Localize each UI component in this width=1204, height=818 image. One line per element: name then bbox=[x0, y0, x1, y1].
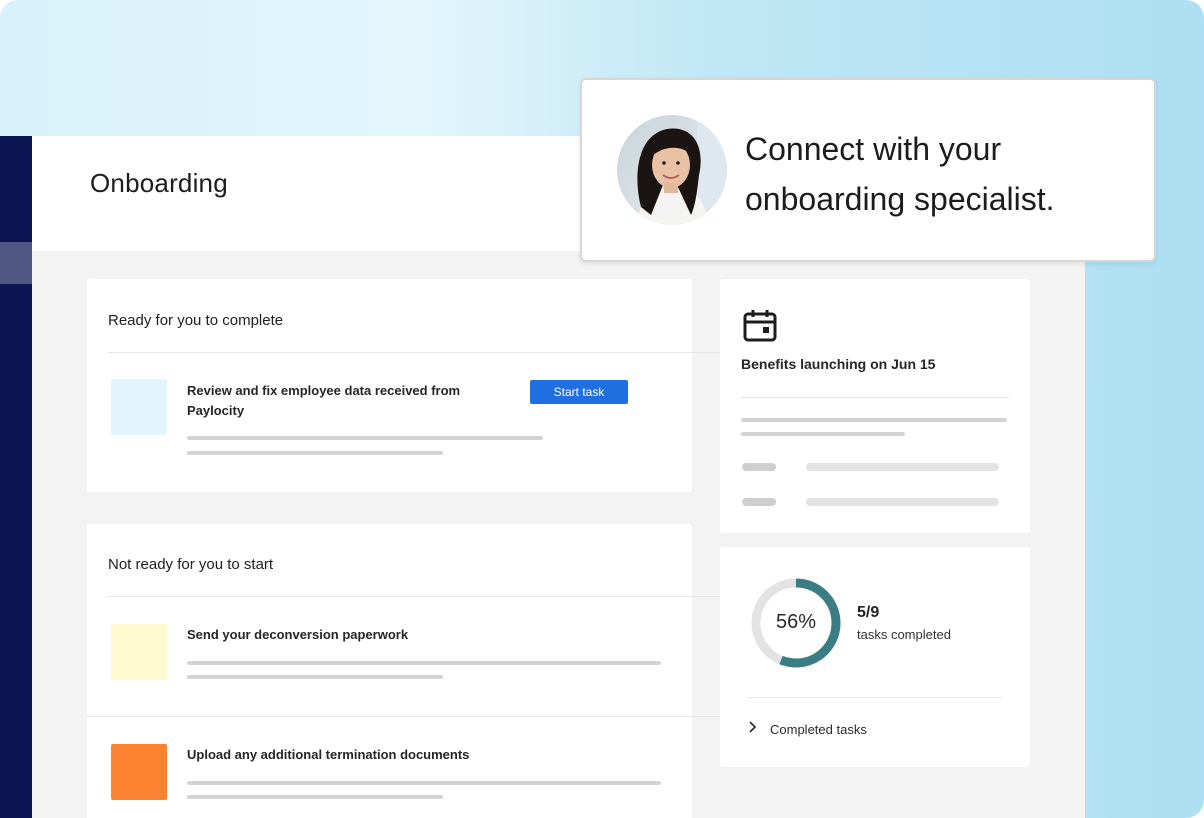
progress-caption: tasks completed bbox=[857, 627, 951, 642]
placeholder-line bbox=[187, 675, 443, 679]
divider bbox=[108, 596, 720, 597]
placeholder-line bbox=[187, 436, 543, 440]
not-ready-section-heading: Not ready for you to start bbox=[108, 556, 274, 573]
placeholder-pill bbox=[742, 498, 776, 506]
completed-tasks-label: Completed tasks bbox=[770, 721, 867, 737]
placeholder-line bbox=[806, 498, 999, 506]
divider bbox=[108, 352, 720, 353]
task-title: Send your deconversion paperwork bbox=[187, 627, 409, 642]
task-title: Review and fix employee data received fr… bbox=[187, 383, 461, 418]
nav-rail-active-item[interactable] bbox=[0, 242, 32, 284]
placeholder-line bbox=[187, 781, 661, 785]
placeholder-line bbox=[806, 463, 999, 471]
task-thumbnail bbox=[111, 624, 167, 680]
not-ready-tasks-card: Not ready for you to start Send your dec… bbox=[87, 524, 720, 818]
placeholder-pill bbox=[742, 463, 776, 471]
placeholder-line bbox=[187, 795, 443, 799]
page-title: Onboarding bbox=[90, 168, 228, 198]
progress-percent: 56% bbox=[775, 611, 817, 633]
start-task-button[interactable]: Start task bbox=[530, 380, 628, 404]
task-thumbnail bbox=[111, 744, 167, 800]
left-nav-rail bbox=[0, 136, 32, 818]
completed-tasks-toggle[interactable]: Completed tasks bbox=[748, 717, 867, 741]
divider bbox=[741, 397, 1009, 398]
benefits-card: Benefits launching on Jun 15 bbox=[720, 279, 1030, 533]
ready-tasks-card: Ready for you to complete Review and fix… bbox=[87, 279, 720, 492]
placeholder-line bbox=[741, 432, 905, 436]
placeholder-line bbox=[187, 661, 661, 665]
chevron-right-icon bbox=[748, 720, 758, 738]
calendar-icon bbox=[742, 308, 778, 349]
placeholder-line bbox=[741, 418, 1007, 422]
progress-card: 56% 5/9 tasks completed Completed tasks bbox=[720, 547, 1030, 767]
progress-count: 5/9 bbox=[857, 604, 880, 621]
task-title: Upload any additional termination docume… bbox=[187, 747, 470, 762]
specialist-avatar bbox=[617, 115, 727, 225]
benefits-title: Benefits launching on Jun 15 bbox=[741, 356, 936, 372]
divider bbox=[748, 697, 1002, 698]
specialist-callout-text: Connect with your onboarding specialist. bbox=[745, 131, 1055, 217]
task-thumbnail bbox=[111, 379, 167, 435]
ready-section-heading: Ready for you to complete bbox=[108, 312, 284, 329]
placeholder-line bbox=[187, 451, 443, 455]
divider bbox=[87, 716, 720, 717]
specialist-callout[interactable]: Connect with your onboarding specialist. bbox=[580, 78, 1156, 262]
